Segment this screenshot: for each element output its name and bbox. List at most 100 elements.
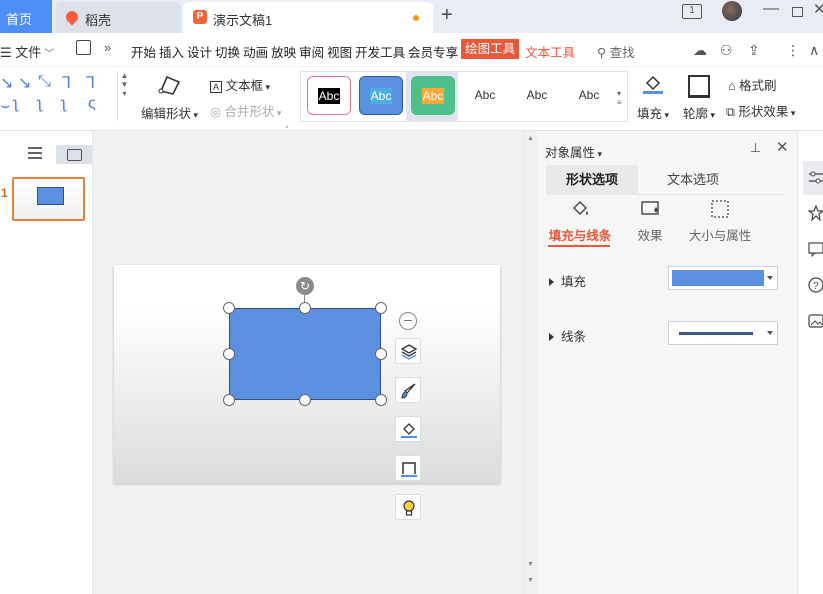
style-preset-2[interactable]: Abc (359, 76, 403, 115)
style-preset-4[interactable]: Abc (463, 76, 507, 115)
outline-view-icon[interactable] (28, 147, 42, 159)
style-preset-1[interactable]: Abc (307, 76, 351, 115)
elbow-double-connector-icon[interactable]: ʅ (62, 95, 66, 113)
outline-button[interactable]: 轮廓 ▾ (683, 103, 715, 122)
help-icon[interactable]: ? (808, 277, 823, 293)
arrow-connector-icon[interactable]: ↘ (0, 73, 13, 93)
save-icon[interactable] (76, 40, 91, 55)
vertical-scrollbar[interactable]: ▲ ▼ ▼ (523, 131, 537, 594)
layer-button[interactable] (395, 338, 421, 364)
resize-handle-top-left[interactable] (223, 302, 235, 314)
tab-daoke[interactable]: 稻壳 (55, 2, 181, 33)
resize-handle-top-right[interactable] (375, 302, 387, 314)
resize-handle-right[interactable] (375, 348, 387, 360)
line-section-toggle[interactable]: 线条 (549, 326, 586, 345)
subtab-size-properties[interactable]: 大小与属性 (679, 199, 761, 244)
image-icon[interactable] (808, 313, 823, 329)
slide-thumbnail[interactable] (12, 177, 85, 221)
resize-handle-left[interactable] (223, 348, 235, 360)
more-options-icon[interactable]: ⋮ (786, 42, 800, 59)
menu-item-devtools[interactable]: 开发工具 (355, 42, 405, 61)
rectangle-shape[interactable] (229, 308, 381, 400)
star-icon[interactable] (808, 205, 823, 221)
edit-shape-button[interactable]: 编辑形状 ▾ (141, 103, 198, 122)
scroll-up-icon[interactable]: ▲ (527, 135, 534, 142)
minimize-icon[interactable]: — (763, 0, 779, 18)
properties-sliders-icon[interactable] (808, 170, 823, 186)
chevron-down-icon: ▾ (263, 82, 271, 92)
comment-icon[interactable] (808, 241, 823, 257)
line-style-dropdown[interactable] (668, 321, 778, 345)
menu-item-animation[interactable]: 动画 (243, 42, 268, 61)
collapse-ribbon-icon[interactable]: ∧ (809, 42, 819, 59)
menu-item-drawing-tools[interactable]: 绘图工具 (461, 39, 520, 59)
menu-item-member[interactable]: 会员专享 (408, 42, 458, 61)
gallery-scroll[interactable]: ▲ ▼ ▾ (117, 71, 131, 121)
menu-item-design[interactable]: 设计 (187, 42, 212, 61)
search-button[interactable]: ⚲ 查找 (597, 42, 635, 61)
style-preset-6[interactable]: Abc (567, 76, 611, 115)
share-icon[interactable]: ⇪ (748, 42, 760, 59)
fill-section-toggle[interactable]: 填充 (549, 271, 586, 290)
format-painter-button[interactable]: ⌂ 格式刷 (728, 75, 777, 94)
double-chevron-icon[interactable]: » (104, 40, 111, 55)
menu-item-review[interactable]: 审阅 (299, 42, 324, 61)
slide-canvas[interactable]: ↻ (93, 131, 523, 594)
scroll-bottom-icon[interactable]: ▼ (527, 577, 534, 584)
close-icon[interactable]: ✕ (813, 0, 823, 18)
shape-effects-button[interactable]: ⧉ 形状效果 ▾ (726, 101, 795, 120)
pin-icon[interactable]: ⊥ (750, 140, 761, 156)
curved-connector-icon[interactable]: ⌣ (0, 97, 11, 115)
new-tab-plus-icon[interactable]: + (441, 4, 453, 27)
resize-handle-bottom-right[interactable] (375, 394, 387, 406)
fill-color-dropdown[interactable] (668, 266, 778, 290)
menu-item-insert[interactable]: 插入 (159, 42, 184, 61)
style-preset-3[interactable]: Abc (411, 76, 455, 115)
elbow-connector-icon[interactable]: ʅ (38, 95, 42, 113)
menu-item-text-tools[interactable]: 文本工具 (525, 42, 575, 61)
file-menu[interactable]: ☰ 文件 ﹀ (0, 42, 54, 61)
fill-quick-button[interactable] (395, 416, 421, 442)
thumbnail-view-icon[interactable] (56, 145, 92, 164)
elbow-arrow-connector-icon[interactable]: ⅂ (86, 73, 95, 93)
curved-connector-icon[interactable]: ς (88, 95, 96, 113)
menu-item-transition[interactable]: 切换 (215, 42, 240, 61)
add-user-icon[interactable]: ⚇ (720, 42, 733, 59)
pane-title[interactable]: 对象属性 ▾ (545, 142, 602, 161)
elbow-connector-icon[interactable]: ʅ (14, 95, 18, 113)
resize-handle-top[interactable] (299, 302, 311, 314)
tab-presentation[interactable]: P 演示文稿1 (183, 2, 433, 33)
menu-item-view[interactable]: 视图 (327, 42, 352, 61)
menu-item-start[interactable]: 开始 (131, 42, 156, 61)
tab-text-options[interactable]: 文本选项 (647, 165, 739, 195)
close-pane-icon[interactable]: ✕ (776, 138, 789, 156)
rotate-handle-icon[interactable]: ↻ (296, 277, 314, 295)
resize-handle-bottom[interactable] (299, 394, 311, 406)
tab-shape-options[interactable]: 形状选项 (546, 165, 638, 195)
screen-count-icon[interactable]: 1 (682, 4, 702, 19)
slide[interactable]: ↻ (114, 265, 500, 483)
connector-gallery[interactable]: ↘ ↘ ⤡ ⅂ ⅂ ⌣ ʅ ʅ ʅ ς (0, 71, 112, 121)
cloud-sync-icon[interactable]: ☁ (693, 42, 707, 59)
avatar[interactable] (722, 1, 742, 21)
menu-item-slideshow[interactable]: 放映 (271, 42, 296, 61)
arrow-connector-icon[interactable]: ↘ (18, 73, 31, 93)
merge-shape-button[interactable]: ◎ 合并形状 ▾ (210, 101, 281, 120)
dialog-launcher-icon[interactable]: ⌟ (285, 120, 289, 129)
fill-button[interactable]: 填充 ▾ (637, 103, 669, 122)
ppt-icon: P (193, 10, 207, 24)
double-arrow-connector-icon[interactable]: ⤡ (38, 73, 51, 91)
elbow-connector-icon[interactable]: ⅂ (62, 73, 71, 93)
text-box-button[interactable]: A 文本框 ▾ (210, 75, 270, 94)
home-tab[interactable]: 首页 (0, 0, 52, 33)
style-brush-button[interactable] (395, 377, 421, 403)
resize-handle-bottom-left[interactable] (223, 394, 235, 406)
scroll-down-icon[interactable]: ▼ (527, 561, 534, 568)
maximize-icon[interactable] (792, 7, 803, 17)
outline-quick-button[interactable] (395, 455, 421, 481)
collapse-toolbar-icon[interactable] (399, 312, 417, 330)
gallery-expand-icon[interactable]: ▾ ≡ (617, 89, 622, 107)
style-preset-5[interactable]: Abc (515, 76, 559, 115)
menu-bar: ☰ 文件 ﹀ » 开始 插入 设计 切换 动画 放映 审阅 视图 开发工具 会员… (0, 33, 823, 67)
smart-idea-button[interactable] (395, 494, 421, 520)
